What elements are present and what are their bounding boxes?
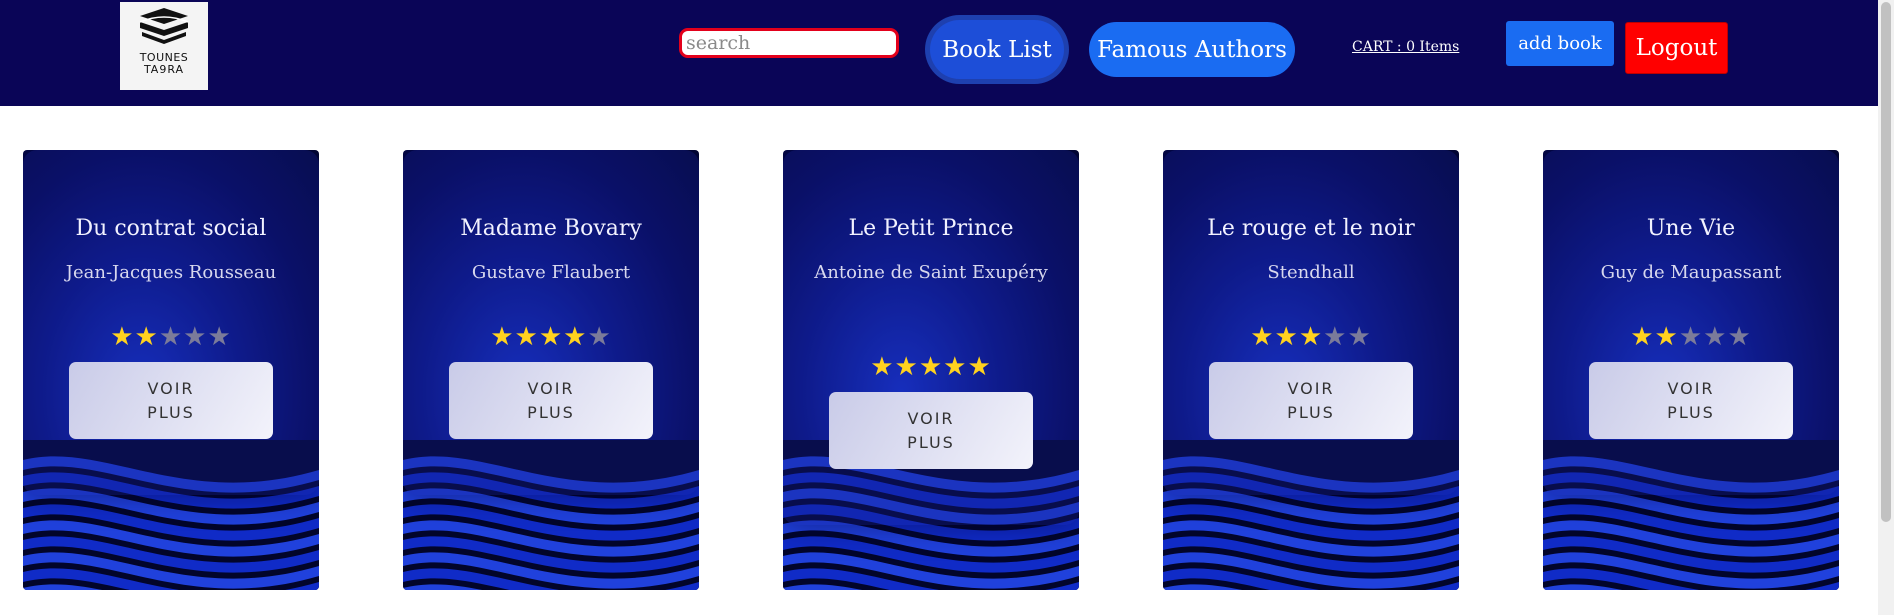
book-card: Le rouge et le noir Stendhall ★★★★★ VOIR PLU… <box>1163 150 1459 590</box>
site-logo[interactable]: TOUNES TA9RA <box>120 2 208 90</box>
cart-link[interactable]: CART : 0 Items <box>1352 39 1459 55</box>
star-icon: ★ <box>967 352 992 382</box>
star-empty-icon: ★ <box>1727 322 1752 352</box>
famous-authors-button[interactable]: Famous Authors <box>1089 22 1295 77</box>
book-title: Madame Bovary <box>460 216 642 241</box>
search-input[interactable] <box>679 28 899 58</box>
book-author: Stendhall <box>1267 262 1355 283</box>
star-icon: ★ <box>1274 322 1299 352</box>
star-icon: ★ <box>1250 322 1275 352</box>
star-icon: ★ <box>918 352 944 382</box>
rating-stars: ★★★★★ <box>23 322 319 352</box>
star-empty-icon: ★ <box>207 322 232 352</box>
logo-text-line2: TA9RA <box>143 63 185 76</box>
book-author: Gustave Flaubert <box>471 262 631 283</box>
star-empty-icon: ★ <box>587 322 612 352</box>
book-author: Guy de Maupassant <box>1600 262 1782 283</box>
star-icon: ★ <box>134 322 159 352</box>
star-empty-icon: ★ <box>1347 322 1372 352</box>
rating-stars: ★★★★★ <box>1163 322 1459 352</box>
book-card: Le Petit Prince Antoine de Saint Exupéry ★… <box>783 150 1079 590</box>
book-card: Madame Bovary Gustave Flaubert ★★★★★ VOIR PL… <box>403 150 699 590</box>
star-icon: ★ <box>110 322 135 352</box>
voir-plus-button[interactable]: VOIR PLUS <box>449 362 653 439</box>
book-card: Du contrat social Jean-Jacques Rousseau ★★… <box>23 150 319 590</box>
star-empty-icon: ★ <box>1678 322 1704 352</box>
star-icon: ★ <box>1654 322 1679 352</box>
book-logo-icon <box>139 8 189 44</box>
star-empty-icon: ★ <box>1703 322 1728 352</box>
book-title: Le Petit Prince <box>848 216 1014 241</box>
star-icon: ★ <box>943 352 968 382</box>
book-card: Une Vie Guy de Maupassant ★★★★★ VOIR PLUS <box>1543 150 1839 590</box>
voir-plus-button[interactable]: VOIR PLUS <box>1589 362 1793 439</box>
star-empty-icon: ★ <box>1323 322 1348 352</box>
rating-stars: ★★★★★ <box>783 352 1079 382</box>
book-list-button[interactable]: Book List <box>930 20 1064 79</box>
star-empty-icon: ★ <box>158 322 184 352</box>
star-icon: ★ <box>538 322 564 352</box>
star-icon: ★ <box>1298 322 1324 352</box>
top-navbar: TOUNES TA9RA Book List Famous Authors CA… <box>0 0 1878 106</box>
book-author: Jean-Jacques Rousseau <box>65 262 277 283</box>
rating-stars: ★★★★★ <box>403 322 699 352</box>
voir-plus-button[interactable]: VOIR PLUS <box>69 362 273 439</box>
scrollbar-thumb[interactable] <box>1881 2 1891 522</box>
star-icon: ★ <box>563 322 588 352</box>
book-title: Le rouge et le noir <box>1207 216 1415 241</box>
star-empty-icon: ★ <box>183 322 208 352</box>
add-book-button[interactable]: add book <box>1506 21 1614 66</box>
book-title: Du contrat social <box>75 216 267 241</box>
star-icon: ★ <box>870 352 895 382</box>
rating-stars: ★★★★★ <box>1543 322 1839 352</box>
star-icon: ★ <box>894 352 919 382</box>
voir-plus-button[interactable]: VOIR PLUS <box>1209 362 1413 439</box>
voir-plus-button[interactable]: VOIR PLUS <box>829 392 1033 469</box>
star-icon: ★ <box>514 322 539 352</box>
logout-button[interactable]: Logout <box>1625 22 1728 74</box>
vertical-scrollbar[interactable] <box>1878 0 1894 615</box>
star-icon: ★ <box>1630 322 1655 352</box>
book-author: Antoine de Saint Exupéry <box>814 262 1048 283</box>
star-icon: ★ <box>490 322 515 352</box>
book-title: Une Vie <box>1646 216 1736 241</box>
